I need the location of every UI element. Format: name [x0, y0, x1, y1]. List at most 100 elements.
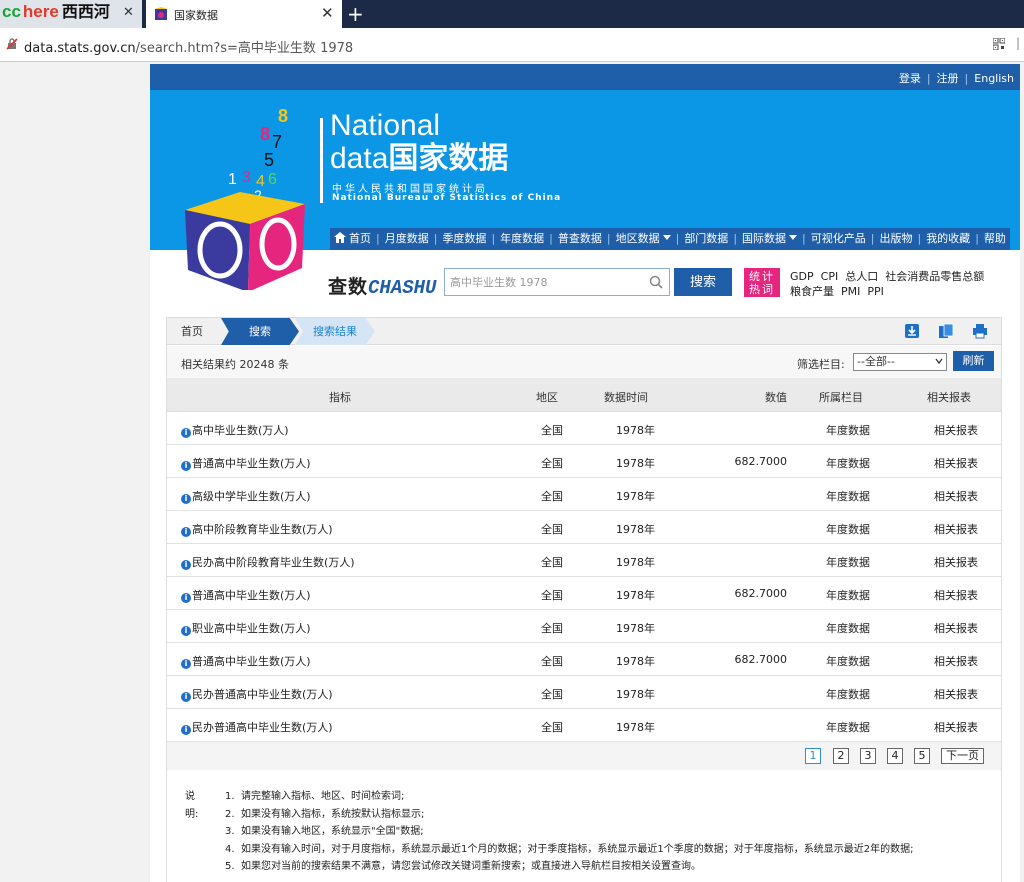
search-icon[interactable] [649, 275, 663, 289]
indicator-link[interactable]: i 高中毕业生数(万人) [181, 422, 289, 438]
login-link[interactable]: 登录 [899, 72, 921, 85]
nav-item-monthly[interactable]: 月度数据 [385, 228, 429, 250]
hot-word-link[interactable]: 社会消费品零售总额 [885, 270, 984, 283]
note-item: 1. 请完整输入指标、地区、时间检索词; [225, 791, 405, 802]
nav-item-visualization[interactable]: 可视化产品 [811, 228, 866, 250]
indicator-link[interactable]: i 民办普通高中毕业生数(万人) [181, 686, 333, 702]
column-link[interactable]: 年度数据 [826, 686, 870, 702]
report-link[interactable]: 相关报表 [934, 686, 978, 702]
info-icon[interactable]: i [181, 692, 191, 702]
breadcrumb-home[interactable]: 首页 [181, 318, 203, 345]
filter-select[interactable]: --全部-- [853, 353, 947, 371]
info-icon[interactable]: i [181, 494, 191, 504]
column-link[interactable]: 年度数据 [826, 653, 870, 669]
refresh-button[interactable]: 刷新 [953, 351, 994, 371]
brand-title-en: National [330, 109, 441, 142]
note-item: 3. 如果没有输入地区，系统显示"全国"数据; [225, 826, 424, 837]
indicator-link[interactable]: i 民办高中阶段教育毕业生数(万人) [181, 554, 355, 570]
report-link[interactable]: 相关报表 [934, 620, 978, 636]
english-link[interactable]: English [974, 72, 1014, 85]
nav-item-department[interactable]: 部门数据 [684, 228, 728, 250]
close-tab-icon[interactable]: ✕ [321, 4, 334, 22]
indicator-link[interactable]: i 普通高中毕业生数(万人) [181, 455, 311, 471]
column-link[interactable]: 年度数据 [826, 587, 870, 603]
column-link[interactable]: 年度数据 [826, 620, 870, 636]
print-icon[interactable] [972, 323, 988, 339]
indicator-link[interactable]: i 民办普通高中毕业生数(万人) [181, 719, 333, 735]
page-button-5[interactable]: 5 [914, 748, 930, 764]
active-tab[interactable]: 国家数据 ✕ [146, 0, 342, 28]
hot-word-link[interactable]: PPI [867, 285, 884, 298]
hot-word-link[interactable]: 粮食产量 [790, 285, 834, 298]
page-button-4[interactable]: 4 [887, 748, 903, 764]
info-icon[interactable]: i [181, 593, 191, 603]
info-icon[interactable]: i [181, 626, 191, 636]
indicator-link[interactable]: i 职业高中毕业生数(万人) [181, 620, 311, 636]
table-header: 指标 地区 数据时间 数值 所属栏目 相关报表 [167, 378, 1001, 412]
indicator-link[interactable]: i 普通高中毕业生数(万人) [181, 653, 311, 669]
page-button-3[interactable]: 3 [860, 748, 876, 764]
column-link[interactable]: 年度数据 [826, 422, 870, 438]
nav-item-international[interactable]: 国际数据 [742, 228, 798, 250]
qr-code-icon[interactable] [993, 38, 1005, 50]
report-link[interactable]: 相关报表 [934, 521, 978, 537]
bookmark-tab[interactable]: cc here 西西河 ✕ [0, 0, 142, 28]
info-icon[interactable]: i [181, 461, 191, 471]
table-row: i 民办普通高中毕业生数(万人) 全国 1978年 年度数据 相关报表 [167, 709, 1001, 742]
report-link[interactable]: 相关报表 [934, 554, 978, 570]
report-link[interactable]: 相关报表 [934, 719, 978, 735]
new-tab-icon[interactable]: + [347, 2, 364, 26]
next-page-button[interactable]: 下一页 [941, 748, 984, 764]
hot-word-link[interactable]: PMI [841, 285, 860, 298]
nav-item-publications[interactable]: 出版物 [879, 228, 912, 250]
page-button-1[interactable]: 1 [805, 748, 821, 764]
table-body: i 高中毕业生数(万人) 全国 1978年 年度数据 相关报表 i 普通高中毕业生数(万人)… [167, 412, 1001, 742]
column-link[interactable]: 年度数据 [826, 521, 870, 537]
download-icon[interactable] [904, 323, 920, 339]
nav-item-quarterly[interactable]: 季度数据 [442, 228, 486, 250]
column-link[interactable]: 年度数据 [826, 719, 870, 735]
indicator-link[interactable]: i 高中阶段教育毕业生数(万人) [181, 521, 333, 537]
info-icon[interactable]: i [181, 659, 191, 669]
column-link[interactable]: 年度数据 [826, 554, 870, 570]
register-link[interactable]: 注册 [937, 72, 959, 85]
table-row: i 高中毕业生数(万人) 全国 1978年 年度数据 相关报表 [167, 412, 1001, 445]
address-bar[interactable]: data.stats.gov.cn/search.htm?s=高中毕业生数 19… [0, 28, 1024, 62]
close-icon[interactable]: ✕ [123, 5, 134, 20]
report-link[interactable]: 相关报表 [934, 653, 978, 669]
column-link[interactable]: 年度数据 [826, 488, 870, 504]
breadcrumb-search[interactable]: 搜索 [221, 318, 299, 345]
report-link[interactable]: 相关报表 [934, 587, 978, 603]
report-link[interactable]: 相关报表 [934, 422, 978, 438]
table-row: i 高中阶段教育毕业生数(万人) 全国 1978年 年度数据 相关报表 [167, 511, 1001, 544]
value-cell: 682.7000 [734, 653, 788, 666]
page: 登录 | 注册 | English 8 8 7 5 1 3 4 6 2 National… [150, 64, 1020, 882]
hot-word-link[interactable]: CPI [821, 270, 839, 283]
copy-icon[interactable] [938, 323, 954, 339]
page-button-2[interactable]: 2 [833, 748, 849, 764]
chevron-down-icon [662, 235, 671, 240]
info-icon[interactable]: i [181, 527, 191, 537]
nav-item-regional[interactable]: 地区数据 [616, 228, 671, 250]
link-divider: | [964, 72, 969, 85]
nav-item-home[interactable]: 首页 [334, 228, 371, 250]
indicator-link[interactable]: i 高级中学毕业生数(万人) [181, 488, 311, 504]
hot-word-link[interactable]: 总人口 [845, 270, 878, 283]
report-link[interactable]: 相关报表 [934, 488, 978, 504]
info-icon[interactable]: i [181, 725, 191, 735]
table-row: i 普通高中毕业生数(万人) 全国 1978年 682.7000 年度数据 相关报表 [167, 643, 1001, 676]
search-button[interactable]: 搜索 [674, 268, 732, 296]
report-link[interactable]: 相关报表 [934, 455, 978, 471]
nav-item-favorites[interactable]: 我的收藏 [926, 228, 970, 250]
search-input[interactable] [445, 269, 645, 295]
info-icon[interactable]: i [181, 560, 191, 570]
url-text[interactable]: data.stats.gov.cn/search.htm?s=高中毕业生数 19… [24, 37, 353, 56]
nav-item-help[interactable]: 帮助 [984, 228, 1006, 250]
info-icon[interactable]: i [181, 428, 191, 438]
nav-item-annual[interactable]: 年度数据 [500, 228, 544, 250]
indicator-link[interactable]: i 普通高中毕业生数(万人) [181, 587, 311, 603]
hot-word-link[interactable]: GDP [790, 270, 814, 283]
nav-item-census[interactable]: 普查数据 [558, 228, 602, 250]
column-link[interactable]: 年度数据 [826, 455, 870, 471]
result-count: 相关结果约 20248 条 [181, 358, 289, 371]
